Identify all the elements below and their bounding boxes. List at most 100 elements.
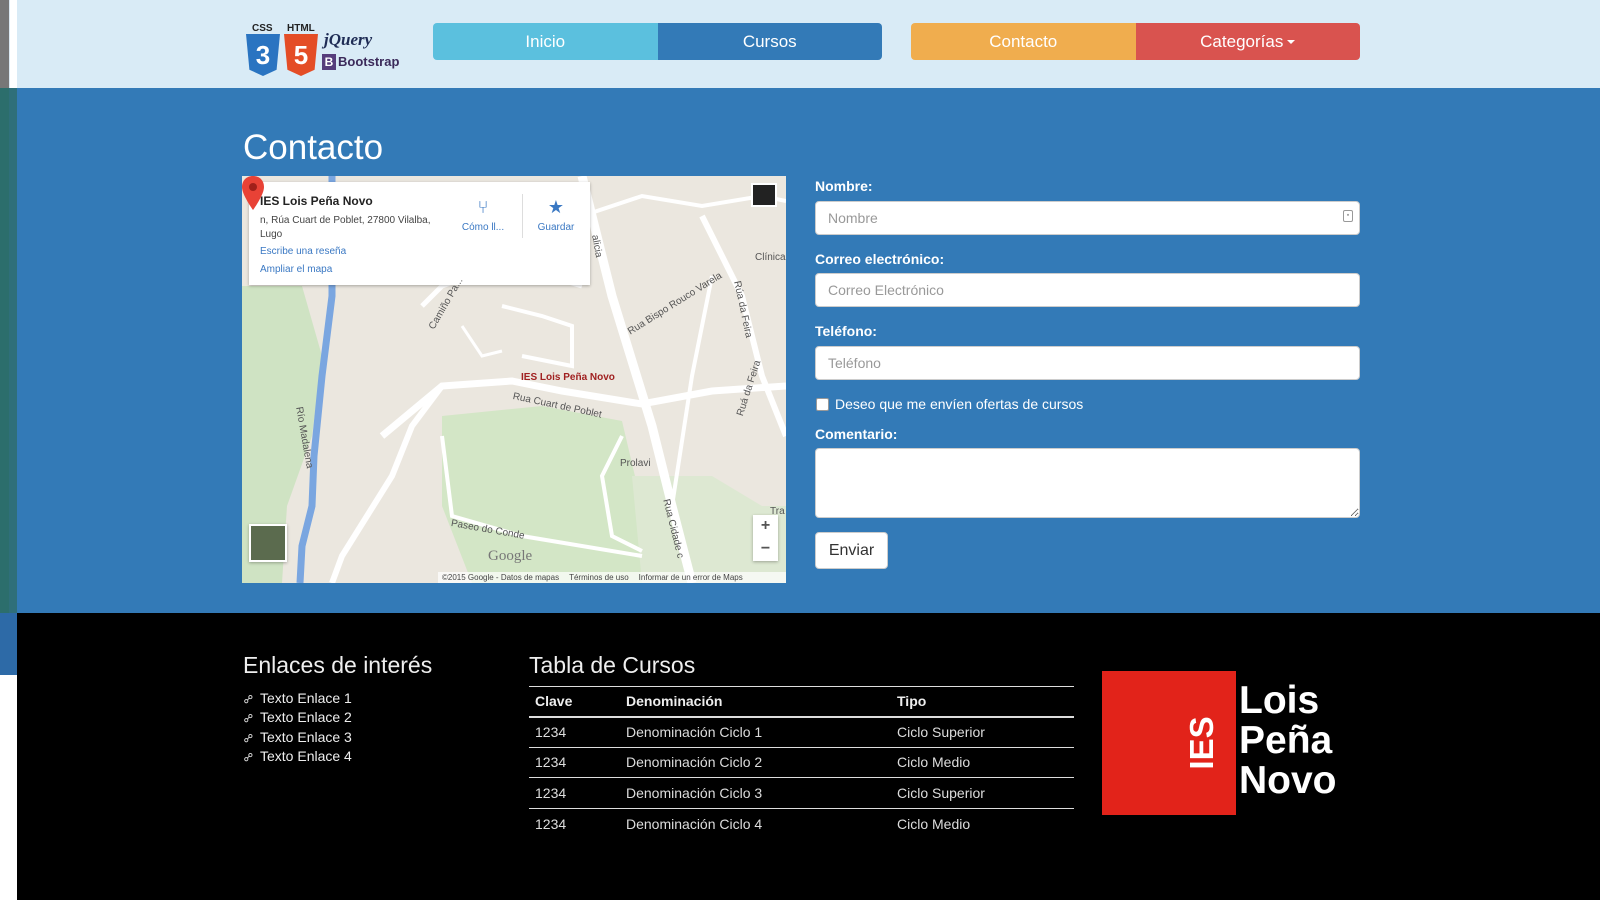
nav-cursos-label: Cursos <box>742 31 797 51</box>
map-directions-label: Cómo ll... <box>461 222 505 233</box>
cell-clave: 1234 <box>529 716 620 748</box>
link-label: Texto Enlace 2 <box>260 709 352 726</box>
comment-textarea[interactable] <box>815 448 1360 518</box>
nav-contacto-button[interactable]: Contacto <box>911 23 1136 60</box>
window-edge <box>0 0 10 88</box>
google-map[interactable]: IES Lois Peña Novo n, Rúa Cuart de Poble… <box>242 176 786 583</box>
nav-inicio-button[interactable]: Inicio <box>433 23 658 60</box>
email-label: Correo electrónico: <box>815 251 945 267</box>
page-title: Contacto <box>243 128 384 167</box>
caret-down-icon <box>1287 39 1296 44</box>
phone-input[interactable] <box>815 346 1360 380</box>
star-icon: ★ <box>547 197 565 217</box>
page: CSS HTML 3 5 jQuery B Bootstrap Inicio C… <box>0 0 1600 900</box>
link-label: Texto Enlace 1 <box>260 689 352 706</box>
col-header-denominacion: Denominación <box>620 686 891 718</box>
cell-clave: 1234 <box>529 777 620 809</box>
links-list: ⚯ Texto Enlace 1 ⚯ Texto Enlace 2 ⚯ Texto E… <box>240 688 352 767</box>
name-input[interactable] <box>815 201 1360 235</box>
link-item[interactable]: ⚯ Texto Enlace 2 <box>240 708 352 728</box>
header: CSS HTML 3 5 jQuery B Bootstrap Inicio C… <box>17 0 1600 88</box>
cell-denominacion: Denominación Ciclo 1 <box>620 716 891 748</box>
link-icon: ⚯ <box>240 749 258 767</box>
nav-categorias-dropdown[interactable]: Categorías <box>1135 23 1360 60</box>
window-edge <box>0 88 17 613</box>
map-directions-button[interactable]: ⑂ Cómo ll... <box>454 196 512 233</box>
directions-icon: ⑂ <box>477 197 489 217</box>
map-attribution: ©2015 Google - Datos de mapas Términos d… <box>438 572 786 583</box>
map-save-button[interactable]: ★ Guardar <box>531 196 581 233</box>
bootstrap-label: Bootstrap <box>338 54 400 69</box>
table-row: 1234 Denominación Ciclo 2 Ciclo Medio <box>529 747 1074 778</box>
map-place-name: IES Lois Peña Novo <box>260 194 373 208</box>
html5-icon: 5 <box>284 34 318 76</box>
links-title: Enlaces de interés <box>243 652 433 678</box>
cell-tipo: Ciclo Superior <box>891 777 1074 809</box>
map-label: Clínica San <box>755 252 786 263</box>
html-label: HTML <box>287 23 315 34</box>
contact-card-icon: ▪ <box>1343 210 1353 222</box>
google-logo: Google <box>488 548 533 564</box>
tech-logo: CSS HTML 3 5 jQuery B Bootstrap <box>246 20 406 78</box>
name-label: Nombre: <box>815 178 873 194</box>
cell-denominacion: Denominación Ciclo 4 <box>626 815 763 832</box>
map-zoom-control: + − <box>753 515 778 561</box>
map-review-link[interactable]: Escribe una reseña <box>260 246 346 257</box>
map-enlarge-link[interactable]: Ampliar el mapa <box>260 264 332 275</box>
map-address: n, Rúa Cuart de Poblet, 27800 Vilalba, L… <box>260 215 431 240</box>
footer: Enlaces de interés ⚯ Texto Enlace 1 ⚯ Text… <box>17 613 1600 900</box>
window-edge <box>0 613 17 675</box>
link-label: Texto Enlace 4 <box>260 748 352 765</box>
contact-section: Contacto IES Lois Peña Novo n, Rúa Cuart… <box>17 88 1600 613</box>
offers-checkbox[interactable] <box>816 398 829 411</box>
table-row: 1234 Denominación Ciclo 3 Ciclo Superior <box>529 777 1074 809</box>
satellite-toggle[interactable] <box>249 524 287 562</box>
table-row: 1234 Denominación Ciclo 1 Ciclo Superior <box>529 716 1074 748</box>
divider <box>522 194 523 238</box>
jquery-logo: jQuery <box>324 30 373 49</box>
ies-logo-word: Lois <box>1239 679 1320 722</box>
courses-table-title: Tabla de Cursos <box>529 652 696 678</box>
table-header-row: Clave Denominación Tipo <box>529 686 1074 718</box>
link-item[interactable]: ⚯ Texto Enlace 4 <box>240 747 352 767</box>
link-icon: ⚯ <box>240 710 258 728</box>
phone-label: Teléfono: <box>815 323 877 339</box>
ies-logo-abbrev: IES <box>1183 716 1220 770</box>
cell-tipo: Ciclo Superior <box>891 716 1074 748</box>
ies-logo-word: Novo <box>1239 759 1337 802</box>
cell-denominacion: Denominación Ciclo 3 <box>620 777 891 809</box>
map-terms-link[interactable]: Términos de uso <box>569 572 629 583</box>
col-header-clave: Clave <box>529 686 620 718</box>
nav-categorias-label: Categorías <box>1200 31 1284 51</box>
link-icon: ⚯ <box>240 690 258 708</box>
link-icon: ⚯ <box>240 729 258 747</box>
place-thumbnail[interactable] <box>751 183 777 207</box>
comment-label: Comentario: <box>815 426 898 442</box>
submit-button[interactable]: Enviar <box>815 532 888 569</box>
cell-tipo: Ciclo Medio <box>897 815 971 832</box>
map-info-card: IES Lois Peña Novo n, Rúa Cuart de Poble… <box>249 182 590 285</box>
nav-cursos-button[interactable]: Cursos <box>657 23 882 60</box>
courses-table: Clave Denominación Tipo 1234 Denominació… <box>529 686 1074 839</box>
map-save-label: Guardar <box>537 222 575 233</box>
map-copyright: ©2015 Google - Datos de mapas <box>442 573 560 582</box>
map-pin-icon[interactable] <box>242 176 264 210</box>
offers-label: Deseo que me envíen ofertas de cursos <box>835 396 1084 412</box>
nav-secondary: Contacto Categorías <box>911 23 1360 60</box>
ies-logo-name: Lois Peña Novo <box>1239 681 1337 801</box>
link-item[interactable]: ⚯ Texto Enlace 3 <box>240 727 352 747</box>
table-row: 1234 Denominación Ciclo 4 Ciclo Medio <box>529 808 1074 839</box>
nav-contacto-label: Contacto <box>989 31 1058 51</box>
nav-inicio-label: Inicio <box>525 31 566 51</box>
map-pin-label: IES Lois Peña Novo <box>521 372 615 383</box>
zoom-in-button[interactable]: + <box>753 515 778 538</box>
link-item[interactable]: ⚯ Texto Enlace 1 <box>240 688 352 708</box>
map-report-link[interactable]: Informar de un error de Maps <box>639 572 743 583</box>
ies-logo: IES Lois Peña Novo <box>1102 671 1352 815</box>
email-input[interactable] <box>815 273 1360 307</box>
css3-icon: 3 <box>246 34 280 76</box>
cell-denominacion: Denominación Ciclo 2 <box>620 747 891 778</box>
zoom-out-button[interactable]: − <box>753 538 778 561</box>
cell-clave: 1234 <box>529 747 620 778</box>
map-label: Prolavi <box>620 458 651 469</box>
